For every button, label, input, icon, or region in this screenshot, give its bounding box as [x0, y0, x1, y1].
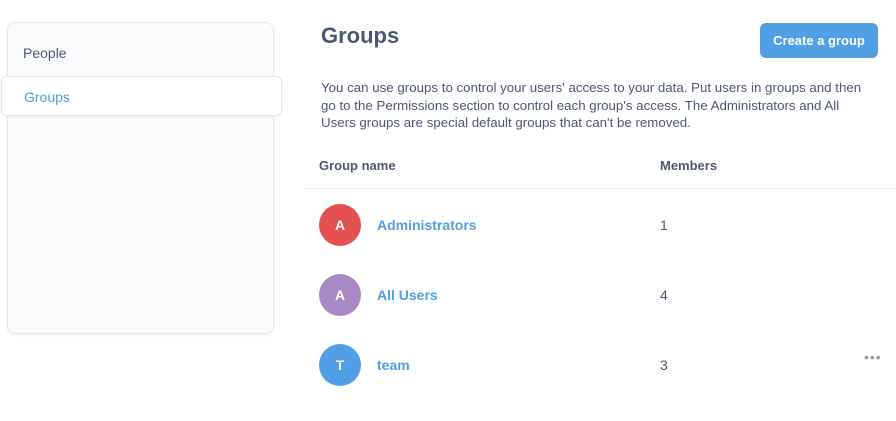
more-horizontal-icon[interactable]: ••• [864, 349, 882, 365]
sidebar-item-label: People [23, 45, 67, 61]
table-row: A Administrators 1 [305, 189, 896, 259]
member-count: 4 [660, 287, 668, 303]
member-count: 1 [660, 217, 668, 233]
member-count: 3 [660, 357, 668, 373]
page-title: Groups [321, 23, 400, 48]
admin-sidebar: People Groups [1, 22, 282, 334]
table-header: Group name Members [305, 150, 896, 189]
group-avatar: T [319, 344, 361, 386]
group-avatar: A [319, 204, 361, 246]
sidebar-item-people[interactable]: People [8, 33, 273, 73]
create-group-button[interactable]: Create a group [760, 23, 878, 58]
group-link-administrators[interactable]: Administrators [377, 217, 477, 233]
column-header-members: Members [660, 158, 718, 173]
sidebar-item-label: Groups [24, 89, 70, 105]
group-avatar: A [319, 274, 361, 316]
groups-description: You can use groups to control your users… [321, 80, 862, 130]
table-row: A All Users 4 [305, 259, 896, 329]
group-link-all-users[interactable]: All Users [377, 287, 438, 303]
table-row: T team 3 ••• [305, 329, 896, 399]
column-header-group-name: Group name [319, 158, 396, 173]
sidebar-item-groups[interactable]: Groups [1, 76, 282, 116]
group-link-team[interactable]: team [377, 357, 410, 373]
